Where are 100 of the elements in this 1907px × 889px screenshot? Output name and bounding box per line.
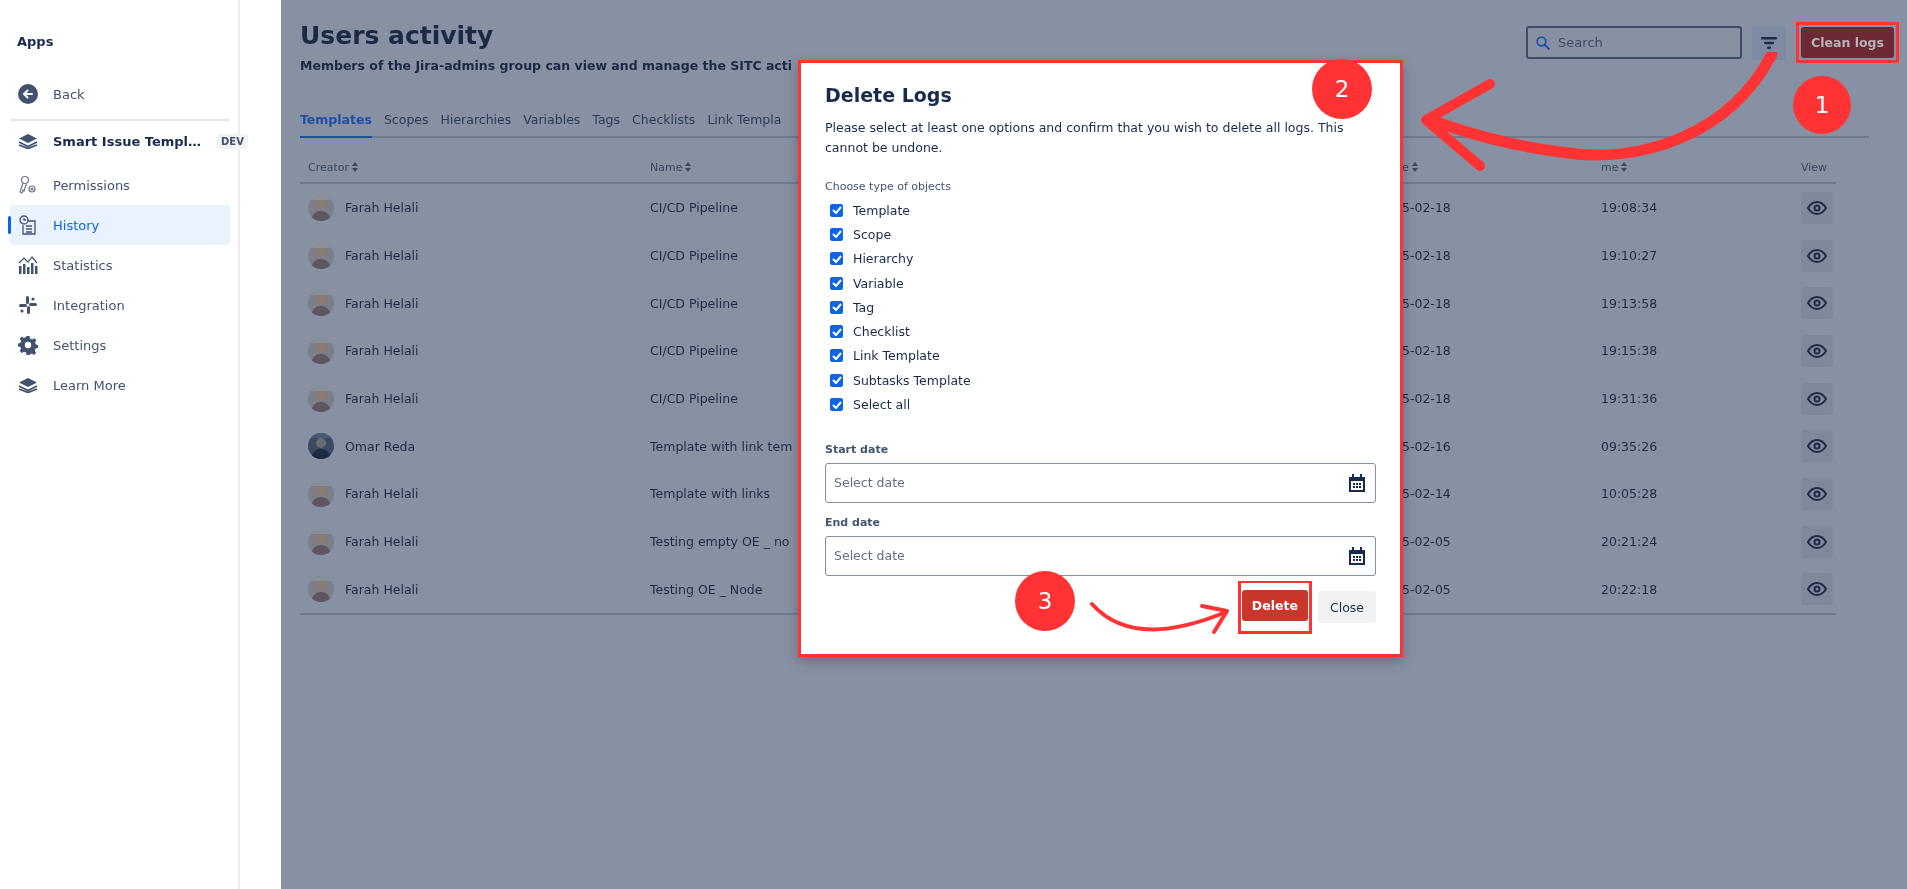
table-cell: 5-02-05 [1402, 581, 1451, 597]
checkbox[interactable] [830, 373, 843, 387]
table-cell: 10:05:28 [1601, 486, 1658, 502]
column-header[interactable]: e [1402, 160, 1409, 174]
table-cell: 19:08:34 [1601, 200, 1658, 216]
app-name: Smart Issue Templ… [53, 133, 201, 149]
column-header[interactable]: me [1601, 160, 1619, 174]
tab[interactable]: Checklists [632, 104, 696, 136]
table-cell: Omar Reda [345, 438, 416, 454]
dialog-message: Please select at least one options and confirm that you wish to delete all logs. This cannot be undone. [825, 119, 1345, 157]
checkbox-label: Tag [853, 299, 875, 315]
dialog-title: Delete Logs [825, 83, 952, 108]
checkbox-label: Link Template [853, 348, 940, 364]
sidebar-item[interactable]: Statistics [10, 245, 230, 285]
sidebar-item[interactable]: Learn More [10, 365, 230, 405]
close-button[interactable]: Close [1317, 591, 1376, 624]
group-label: Choose type of objects [825, 180, 952, 195]
view-button[interactable] [1801, 382, 1833, 415]
tab[interactable]: Scopes [383, 104, 429, 136]
view-button[interactable] [1801, 334, 1833, 367]
table-cell: 20:21:24 [1601, 534, 1658, 550]
table-cell: 09:35:26 [1601, 438, 1658, 454]
checkbox-label: Select all [853, 397, 911, 412]
eye-icon [1807, 200, 1827, 215]
checkbox[interactable] [830, 203, 843, 217]
search-icon [1536, 36, 1551, 50]
view-button[interactable] [1801, 573, 1833, 606]
page-description: Members of the Jira-admins group can view and manage the SITC acti [300, 57, 793, 75]
page-title: Users activity [300, 20, 495, 52]
chart-icon [17, 256, 39, 274]
table-cell: Testing empty OE _ no [650, 534, 790, 550]
table-cell: Farah Helali [345, 534, 419, 550]
table-cell: Testing OE _ Node [650, 581, 763, 597]
table-cell: 5-02-05 [1402, 534, 1451, 550]
eye-icon [1807, 486, 1827, 501]
checkbox-label: Template [853, 202, 911, 218]
table-cell: Farah Helali [345, 248, 419, 264]
back-link[interactable]: Back [10, 74, 230, 114]
delete-button[interactable]: Delete [1241, 589, 1308, 621]
checkbox[interactable] [830, 276, 843, 290]
table-cell: 19:10:27 [1601, 248, 1658, 264]
sidebar-item[interactable]: History [10, 205, 230, 245]
eye-icon [1807, 296, 1827, 311]
view-button[interactable] [1801, 239, 1833, 272]
checkbox[interactable] [830, 325, 843, 339]
checkbox[interactable] [830, 300, 843, 314]
column-header: View [1801, 160, 1828, 174]
view-button[interactable] [1801, 191, 1833, 224]
clean-logs-button[interactable]: Clean logs [1801, 27, 1894, 58]
table-cell: CI/CD Pipeline [650, 295, 738, 311]
column-header[interactable]: Name [650, 160, 683, 174]
keys-icon [17, 175, 39, 195]
checkbox-label: Subtasks Template [853, 372, 971, 388]
checkbox-label: Hierarchy [853, 251, 914, 267]
table-cell: CI/CD Pipeline [650, 200, 738, 216]
table-cell: 20:22:18 [1601, 581, 1658, 597]
table-cell: CI/CD Pipeline [650, 343, 738, 359]
sidebar-item[interactable]: Integration [10, 285, 230, 325]
table-cell: CI/CD Pipeline [650, 391, 738, 407]
settings-icon [17, 335, 39, 355]
checkbox[interactable] [830, 398, 843, 411]
table-cell: Farah Helali [345, 343, 419, 359]
table-cell: Farah Helali [345, 391, 419, 407]
field-label: Start date [825, 442, 890, 458]
view-button[interactable] [1801, 477, 1833, 510]
eye-icon [1807, 391, 1827, 406]
eye-icon [1807, 343, 1827, 358]
sidebar-item[interactable]: Permissions [10, 165, 230, 205]
checkbox[interactable] [830, 349, 843, 363]
filter-icon [1761, 36, 1778, 49]
checkbox[interactable] [830, 227, 843, 241]
search-field[interactable]: Search [1526, 26, 1743, 59]
eye-icon [1807, 439, 1827, 454]
table-cell: 5-02-18 [1402, 391, 1451, 407]
view-button[interactable] [1801, 525, 1833, 558]
table-cell: 19:15:38 [1601, 343, 1658, 359]
column-header[interactable]: Creator [308, 160, 350, 174]
table-cell: Template with link tem [650, 438, 793, 454]
checkbox-label: Checklist [853, 324, 910, 340]
checkbox-label: Scope [853, 226, 892, 242]
tab[interactable]: Templates [300, 104, 372, 138]
table-cell: 19:31:36 [1601, 391, 1658, 407]
table-cell: CI/CD Pipeline [650, 248, 738, 264]
view-button[interactable] [1801, 287, 1833, 320]
tab[interactable]: Hierarchies [440, 104, 512, 136]
checkbox[interactable] [830, 252, 843, 266]
date-field[interactable]: Select date [825, 535, 1376, 576]
view-button[interactable] [1801, 430, 1833, 463]
date-field[interactable]: Select date [825, 462, 1376, 503]
sidebar-item[interactable]: Settings [10, 325, 230, 365]
tab[interactable]: Tags [592, 104, 621, 136]
filter-button[interactable] [1752, 25, 1787, 60]
tab[interactable]: Link Templa [707, 104, 782, 136]
table-cell: Farah Helali [345, 295, 419, 311]
tab[interactable]: Variables [523, 104, 581, 136]
calendar-icon [1348, 546, 1366, 565]
table-cell: 19:13:58 [1601, 295, 1658, 311]
layers-icon [17, 377, 39, 393]
env-badge: DEV [217, 133, 248, 149]
table-cell: 5-02-14 [1402, 486, 1451, 502]
